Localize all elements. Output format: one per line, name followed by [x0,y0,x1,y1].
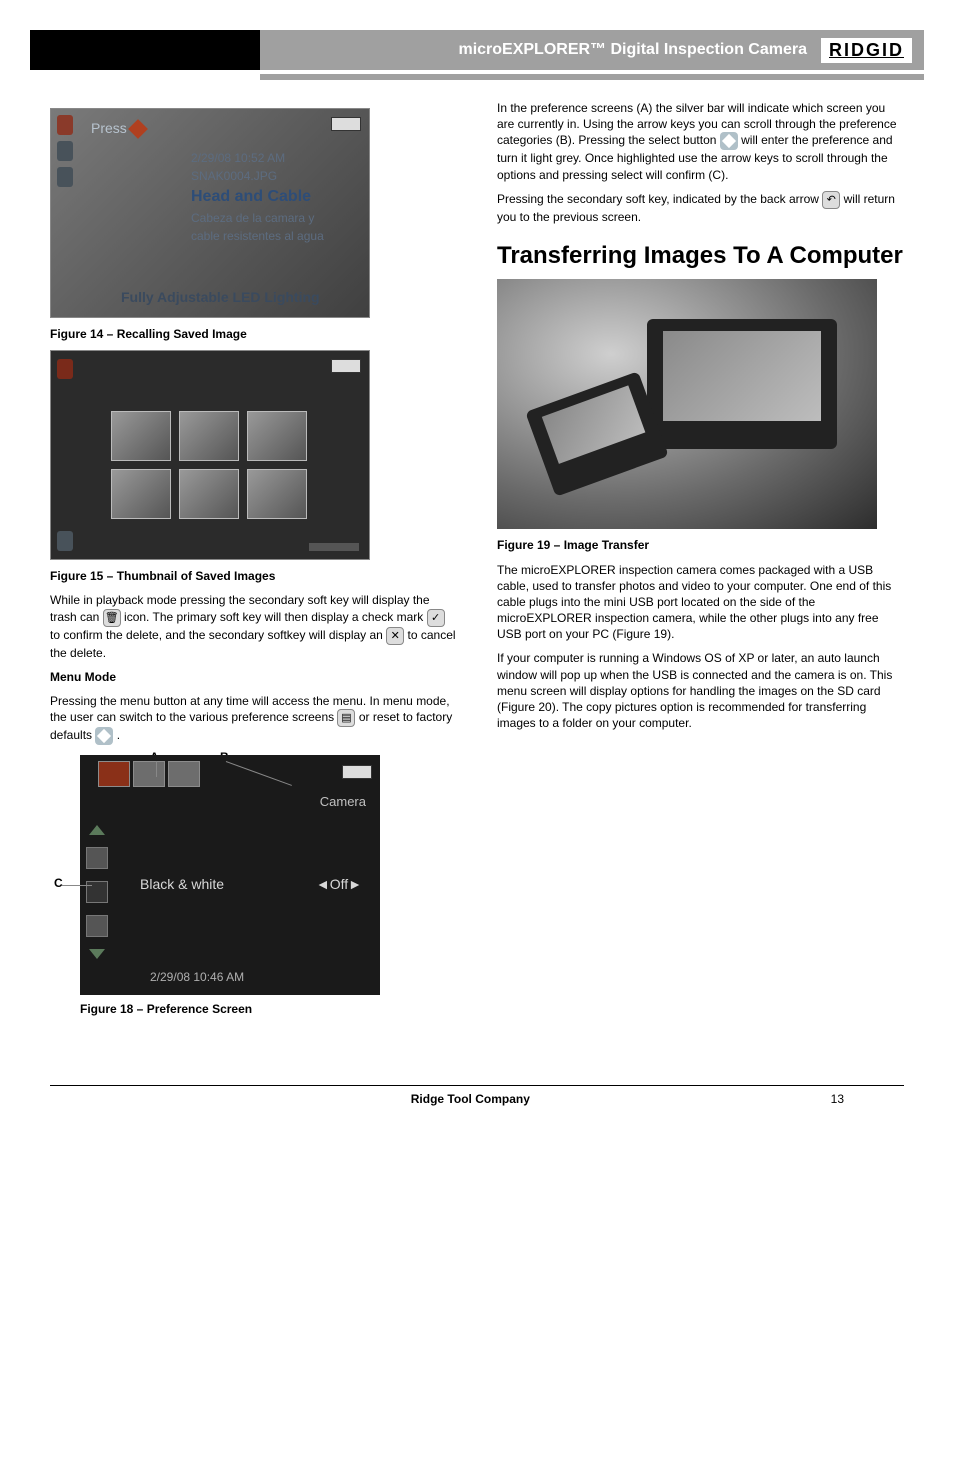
thumb-6 [247,469,307,519]
back-arrow-icon: ↶ [822,191,840,209]
filename: SNAK0004.JPG [191,167,359,185]
brand-logo: RIDGID [821,38,912,63]
check-icon: ✓ [427,609,445,627]
thumb-3 [247,411,307,461]
thumb-5 [179,469,239,519]
pref-label: Black & white [140,875,224,894]
text-seg-2: icon. The primary soft key will then dis… [124,610,427,624]
tab-2-icon [133,761,165,787]
battery-icon [342,765,372,779]
right-column: In the preference screens (A) the silver… [497,100,904,1025]
head-cable-label: Head and Cable [191,185,359,209]
thumb-4 [111,469,171,519]
chevron-down-icon [89,949,105,959]
header-gray-block: microEXPLORER™ Digital Inspection Camera… [260,30,924,70]
thumbnail-grid [111,411,307,519]
spanish-line-2: cable resistentes al agua [191,227,359,245]
figure-14-overlay-text: 2/29/08 10:52 AM SNAK0004.JPG Head and C… [191,149,359,245]
usb-paragraph: The microEXPLORER inspection camera come… [497,562,904,643]
footer: Ridge Tool Company 13 [50,1085,904,1106]
footer-company: Ridge Tool Company [110,1092,831,1106]
tab-camera-icon [98,761,130,787]
menu-icon: ▤ [337,709,355,727]
header: microEXPLORER™ Digital Inspection Camera… [30,30,924,70]
trash-icon: 🗑 [103,609,121,627]
screen-time: 2/29/08 10:46 AM [150,969,244,985]
preference-paragraph: In the preference screens (A) the silver… [497,100,904,183]
leader-line-a [156,761,157,777]
figure-15-image [50,350,370,560]
pref-value: ◄Off► [316,875,362,894]
leader-line-c [62,885,92,886]
page-number: 13 [831,1092,844,1106]
text-seg-3: to confirm the delete, and the secondary… [50,628,386,642]
fig14-footer-text: Fully Adjustable LED Lighting [121,288,320,307]
diamond-icon [720,132,738,150]
menu-paragraph: Pressing the menu button at any time wil… [50,693,457,745]
pref-icon-3 [86,915,108,937]
header-black-block [30,30,260,70]
battery-icon [331,359,361,373]
thumb-1 [111,411,171,461]
x-icon: ✕ [386,627,404,645]
text-seg-r3: Pressing the secondary soft key, indicat… [497,192,822,206]
timestamp: 2/29/08 10:52 AM [191,149,359,167]
left-column: Press 2/29/08 10:52 AM SNAK0004.JPG Head… [50,100,457,1025]
scrollbar [309,543,359,551]
text-seg-7: . [117,728,120,742]
figure-14-image: Press 2/29/08 10:52 AM SNAK0004.JPG Head… [50,108,370,318]
camera-icon [57,359,73,379]
menu-mode-heading: Menu Mode [50,669,457,685]
thumb-2 [179,411,239,461]
figure-18-caption: Figure 18 – Preference Screen [80,1001,457,1017]
spanish-line-1: Cabeza de la camara y [191,209,359,227]
figure-19-image [497,279,877,529]
press-hint: Press [91,119,145,138]
battery-icon [331,117,361,131]
laptop-graphic [647,319,837,449]
figure-14-caption: Figure 14 – Recalling Saved Image [50,326,457,342]
windows-paragraph: If your computer is running a Windows OS… [497,650,904,731]
camera-icon [57,115,73,135]
grid-icon [57,141,73,161]
leader-label-c: C [54,875,63,891]
gear-icon [57,167,73,187]
figure-18-image: Camera Black & white ◄Off► 2/29/08 10:46… [80,755,380,995]
tab-3-icon [168,761,200,787]
screen-title: Camera [320,793,366,811]
transfer-heading: Transferring Images To A Computer [497,243,904,269]
figure-19-caption: Figure 19 – Image Transfer [497,537,904,553]
gear-icon [57,531,73,551]
chevron-up-icon [89,825,105,835]
back-paragraph: Pressing the secondary soft key, indicat… [497,191,904,225]
content-area: Press 2/29/08 10:52 AM SNAK0004.JPG Head… [0,80,954,1045]
figure-15-caption: Figure 15 – Thumbnail of Saved Images [50,568,457,584]
pref-icon-1 [86,847,108,869]
diamond-icon [95,727,113,745]
delete-paragraph: While in playback mode pressing the seco… [50,592,457,660]
product-name: microEXPLORER™ Digital Inspection Camera [458,41,807,59]
